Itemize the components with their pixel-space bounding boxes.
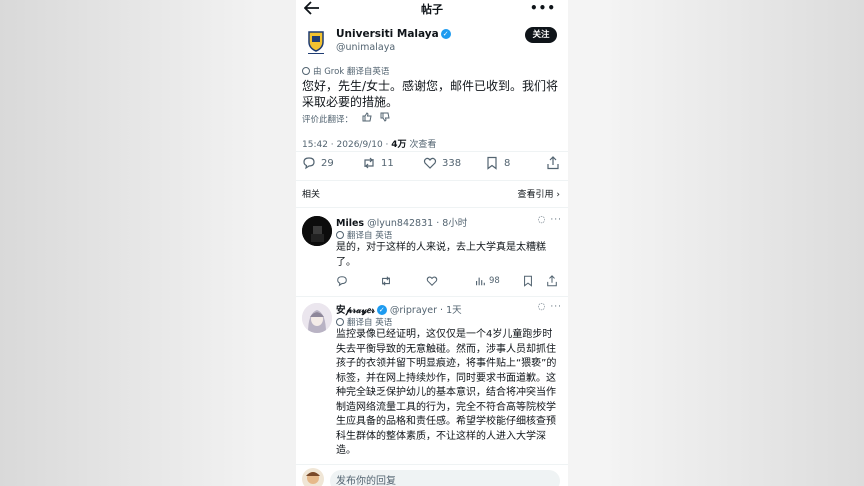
reply-options[interactable]: ◌ ··· (538, 302, 562, 312)
reply-translation-note[interactable]: 翻译自 英语 (336, 316, 392, 328)
reply-count: 29 (321, 157, 334, 169)
translation-note-text: 由 Grok 翻译自英语 (313, 67, 390, 77)
current-user-avatar[interactable] (302, 468, 324, 486)
reply-button[interactable]: 29 (302, 156, 334, 170)
translate-icon (336, 231, 344, 239)
repost-icon (382, 276, 390, 286)
verified-badge-icon: ✓ (440, 29, 451, 39)
verified-badge-icon: ✓ (376, 305, 387, 315)
thumb-up-icon[interactable] (362, 112, 372, 122)
reply-text: 监控录像已经证明，这仅仅是一个4岁儿童跑步时失去平衡导致的无意触碰。然而，涉事人… (336, 329, 557, 456)
rate-translation: 评价此翻译： (302, 112, 391, 125)
reply-icon (303, 157, 315, 170)
author-name-text[interactable]: Universiti Malaya (336, 28, 439, 40)
user-avatar-image (302, 468, 324, 486)
reply-more-icon[interactable]: ··· (550, 302, 562, 312)
post-text: 您好，先生/女士。感谢您，邮件已收到。我们将采取必要的措施。 (302, 79, 559, 109)
reply-item[interactable]: Miles @lyun842831 · 8小时 ◌ ··· 翻译自 英语 是的，… (296, 213, 568, 293)
reply-author-handle[interactable]: @riprayer · 1天 (390, 305, 462, 316)
reply-options[interactable]: ◌ ··· (538, 215, 562, 225)
post-actions: 29 11 338 8 (296, 156, 568, 176)
post-timestamp: 15:42 · 2026/9/10 · (302, 140, 392, 150)
university-logo-icon (308, 31, 324, 54)
like-button[interactable] (426, 275, 438, 287)
reply-header: Miles @lyun842831 · 8小时 (336, 215, 467, 229)
views-count: 98 (489, 276, 500, 286)
reply-text: 是的，对于这样的人来说，去上大学真是太糟糕了。 (336, 242, 546, 268)
reply-author-handle[interactable]: @lyun842831 · 8小时 (367, 218, 467, 229)
divider (296, 151, 568, 152)
divider (296, 207, 568, 208)
bookmark-icon (487, 156, 497, 170)
avatar-image (302, 303, 332, 333)
like-count: 338 (442, 157, 462, 169)
like-button[interactable]: 338 (423, 156, 461, 170)
heart-icon (426, 276, 438, 287)
reply-composer (296, 464, 568, 486)
thumb-down-icon[interactable] (380, 112, 391, 122)
top-bar: 帖子 ••• (296, 0, 568, 17)
repost-icon (364, 157, 374, 169)
views-button[interactable]: 98 (474, 275, 500, 287)
repost-button[interactable] (380, 275, 392, 287)
share-button[interactable] (546, 156, 560, 170)
reply-translation-text: 翻译自 英语 (347, 231, 393, 241)
avatar[interactable] (302, 303, 332, 333)
share-icon (547, 275, 557, 287)
reply-item[interactable]: 安𝓅𝓇𝒶𝓎𝑒𝓇 ✓ @riprayer · 1天 ◌ ··· 翻译自 英语 监控录… (296, 300, 568, 470)
rate-translation-label: 评价此翻译： (302, 115, 354, 125)
reply-input[interactable] (330, 470, 560, 486)
divider (296, 296, 568, 297)
follow-button[interactable]: 关注 (525, 27, 557, 43)
reply-author-name[interactable]: Miles (336, 218, 364, 229)
bookmark-button[interactable]: 8 (485, 156, 510, 170)
reply-header: 安𝓅𝓇𝒶𝓎𝑒𝓇 ✓ @riprayer · 1天 (336, 302, 462, 316)
bookmark-button[interactable] (522, 275, 534, 287)
share-button[interactable] (546, 275, 558, 287)
translate-icon (302, 67, 310, 75)
view-quotes-link[interactable]: 查看引用 › (518, 187, 560, 200)
reply-more-icon[interactable]: ··· (550, 215, 562, 225)
repost-button[interactable]: 11 (362, 156, 394, 170)
bar-chart-icon (476, 277, 485, 286)
share-icon (547, 156, 559, 170)
avatar[interactable] (302, 216, 332, 246)
author-name[interactable]: Universiti Malaya ✓ (336, 28, 451, 40)
grok-icon[interactable]: ◌ (538, 215, 547, 225)
view-count-label: 次查看 (406, 140, 437, 150)
more-options-icon[interactable]: ••• (530, 1, 556, 15)
grok-icon[interactable]: ◌ (538, 302, 547, 312)
reply-button[interactable] (336, 275, 348, 287)
author-handle[interactable]: @unimalaya (336, 42, 395, 53)
post-meta: 15:42 · 2026/9/10 · 4万 次查看 (302, 137, 436, 150)
bookmark-icon (524, 275, 532, 287)
phone-screen: 帖子 ••• Universiti Malaya ✓ @unimalaya 关注 … (296, 0, 568, 486)
translation-note[interactable]: 由 Grok 翻译自英语 (302, 65, 389, 77)
related-label[interactable]: 相关 (302, 187, 320, 200)
heart-icon (423, 157, 437, 169)
divider (296, 180, 568, 181)
avatar-image (302, 216, 332, 246)
bookmark-count: 8 (504, 157, 511, 169)
reply-icon (337, 276, 347, 287)
page-title: 帖子 (421, 3, 443, 16)
reply-actions: 98 (336, 275, 560, 289)
repost-count: 11 (381, 157, 394, 169)
reply-author-name[interactable]: 安𝓅𝓇𝒶𝓎𝑒𝓇 (336, 305, 375, 316)
reply-translation-note[interactable]: 翻译自 英语 (336, 229, 392, 241)
view-count: 4万 (391, 140, 407, 150)
translate-icon (336, 318, 344, 326)
reply-translation-text: 翻译自 英语 (347, 318, 393, 328)
